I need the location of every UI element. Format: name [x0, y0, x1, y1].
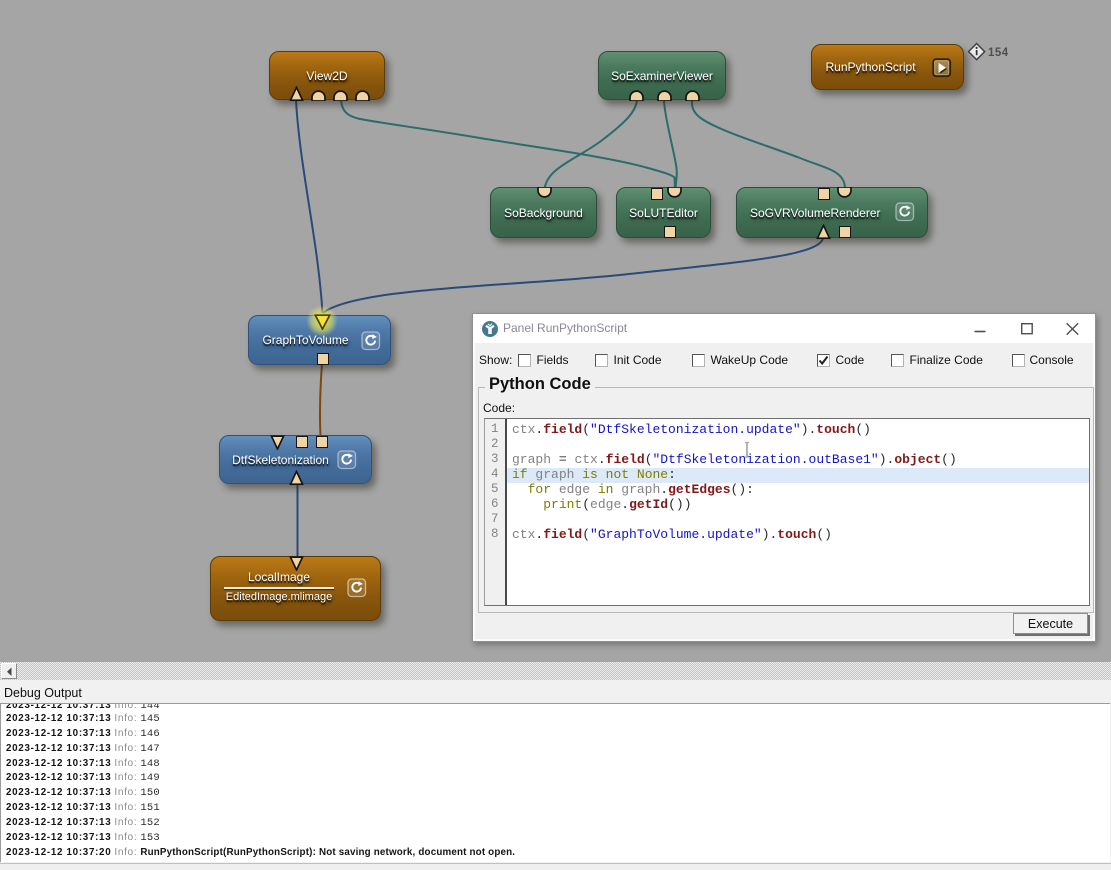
svg-text:154: 154 — [988, 47, 1009, 59]
